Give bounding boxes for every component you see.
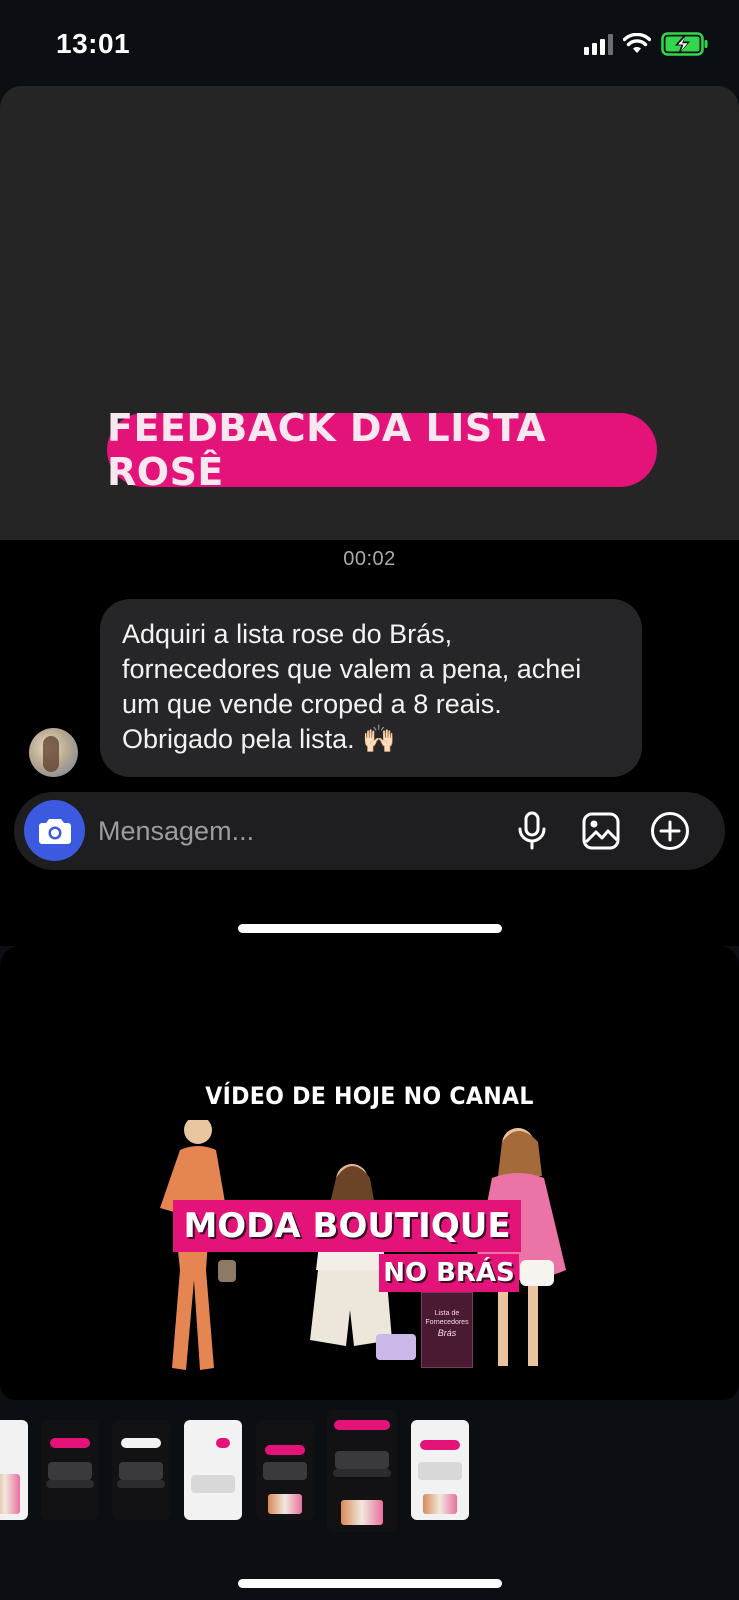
message-bubble[interactable]: Adquiri a lista rose do Brás, fornecedor…: [100, 599, 642, 777]
microphone-icon: [518, 811, 546, 850]
home-indicator: [238, 924, 502, 933]
message-timestamp: 00:02: [343, 548, 396, 570]
microphone-button[interactable]: [512, 811, 552, 851]
status-bar: 13:01: [0, 0, 739, 86]
story-tray: [0, 1400, 739, 1600]
story-thumbnail[interactable]: [41, 1420, 99, 1520]
story-thumbnail[interactable]: [411, 1420, 469, 1520]
add-button[interactable]: [650, 811, 690, 851]
gallery-icon: [582, 812, 620, 850]
message-input[interactable]: [98, 812, 478, 850]
status-time: 13:01: [56, 28, 131, 59]
feedback-pill: FEEDBACK DA LISTA ROSÊ: [107, 406, 657, 494]
story-thumbnail[interactable]: [184, 1420, 242, 1520]
wifi-icon: [623, 33, 651, 53]
message-composer: [14, 792, 725, 870]
screen: 13:01 FEEDBACK DA LISTA ROSÊ 00:02 Adqui…: [0, 0, 739, 1600]
add-icon: [651, 812, 689, 850]
message-line: Obrigado pela lista. 🙌🏻: [122, 724, 396, 754]
gallery-button[interactable]: [581, 811, 621, 851]
message-line: Adquiri a lista rose do Brás,: [122, 619, 453, 649]
message-line: fornecedores que valem a pena, achei: [122, 654, 582, 684]
story-thumbnail[interactable]: [112, 1420, 170, 1520]
camera-button[interactable]: [24, 800, 85, 861]
message-line: um que vende croped a 8 reais.: [122, 689, 502, 719]
book-line: Fornecedores: [425, 1319, 469, 1326]
story-thumbnail[interactable]: [256, 1420, 314, 1520]
story-thumbnail[interactable]: [0, 1420, 28, 1520]
video-title-banner: MODA BOUTIQUE: [173, 1200, 521, 1252]
book-line: Lista de: [434, 1310, 460, 1317]
cellular-signal-icon: [584, 33, 613, 55]
status-icons: [584, 32, 709, 56]
supplier-list-book: Lista de Fornecedores Brás: [421, 1292, 473, 1368]
video-subtitle-banner: NO BRÁS: [379, 1254, 519, 1292]
camera-icon: [38, 818, 71, 844]
story-thumbnail-current[interactable]: [327, 1410, 397, 1532]
home-indicator: [238, 1579, 502, 1588]
battery-charging-icon: [661, 32, 708, 56]
sender-avatar[interactable]: [29, 728, 78, 777]
video-caption: VÍDEO DE HOJE NO CANAL: [205, 1082, 534, 1110]
book-line: Brás: [437, 1328, 457, 1338]
